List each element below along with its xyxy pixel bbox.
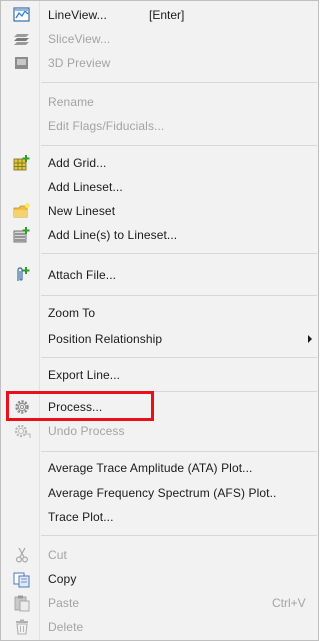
separator <box>41 535 317 536</box>
menu-item-shortcut: [Enter] <box>149 8 185 22</box>
undo-gear-icon <box>14 424 31 438</box>
menu-item-add-lineset[interactable]: Add Lineset... <box>1 175 318 199</box>
separator <box>41 295 317 296</box>
menu-item-label: LineView... <box>48 8 107 22</box>
menu-item-label: Add Lineset... <box>48 180 123 194</box>
paste-icon <box>14 595 30 612</box>
menu-item-label: Undo Process <box>48 424 125 438</box>
menu-item-label: Delete <box>48 620 84 634</box>
menu-item-label: Copy <box>48 572 77 586</box>
separator <box>41 357 317 358</box>
menu-item-label: Average Frequency Spectrum (AFS) Plot.. <box>48 486 277 500</box>
menu-item-paste[interactable]: Paste Ctrl+V <box>1 591 318 615</box>
context-menu: LineView... [Enter] SliceView... 3D Prev… <box>0 0 319 641</box>
separator <box>41 82 317 83</box>
menu-item-label: Zoom To <box>48 306 96 320</box>
menu-item-label: Paste <box>48 596 80 610</box>
menu-item-label: Rename <box>48 95 94 109</box>
menu-item-zoom-to[interactable]: Zoom To <box>1 301 318 325</box>
new-folder-icon <box>13 203 30 218</box>
menu-item-add-grid[interactable]: Add Grid... <box>1 151 318 175</box>
menu-item-label: Add Line(s) to Lineset... <box>48 228 178 242</box>
menu-item-3d-preview[interactable]: 3D Preview <box>1 51 318 75</box>
menu-item-label: Trace Plot... <box>48 510 114 524</box>
menu-item-label: 3D Preview <box>48 56 111 70</box>
lineview-icon <box>13 7 30 22</box>
add-grid-icon <box>13 155 30 171</box>
menu-item-rename[interactable]: Rename <box>1 90 318 114</box>
add-lines-icon <box>13 227 30 243</box>
menu-item-new-lineset[interactable]: New Lineset <box>1 199 318 223</box>
3d-preview-icon <box>15 57 28 69</box>
menu-item-export-line[interactable]: Export Line... <box>1 363 318 387</box>
menu-item-copy[interactable]: Copy <box>1 567 318 591</box>
menu-item-sliceview[interactable]: SliceView... <box>1 27 318 51</box>
separator <box>41 145 317 146</box>
menu-item-label: SliceView... <box>48 32 111 46</box>
menu-item-edit-flags[interactable]: Edit Flags/Fiducials... <box>1 114 318 138</box>
menu-item-label: Export Line... <box>48 368 121 382</box>
menu-item-delete[interactable]: Delete <box>1 615 318 639</box>
menu-item-add-lines-to-lineset[interactable]: Add Line(s) to Lineset... <box>1 223 318 247</box>
separator <box>41 451 317 452</box>
menu-item-shortcut: Ctrl+V <box>272 596 306 610</box>
menu-item-afs-plot[interactable]: Average Frequency Spectrum (AFS) Plot.. <box>1 481 318 505</box>
sliceview-icon <box>14 34 29 45</box>
scissors-icon <box>15 547 29 563</box>
menu-item-position-relationship[interactable]: Position Relationship <box>1 327 318 351</box>
highlight-box <box>6 391 154 421</box>
menu-item-label: Add Grid... <box>48 156 107 170</box>
menu-item-ata-plot[interactable]: Average Trace Amplitude (ATA) Plot... <box>1 456 318 480</box>
menu-item-label: Average Trace Amplitude (ATA) Plot... <box>48 461 253 475</box>
menu-item-label: New Lineset <box>48 204 116 218</box>
menu-item-label: Cut <box>48 548 67 562</box>
menu-item-label: Attach File... <box>48 268 117 282</box>
separator <box>41 253 317 254</box>
trash-icon <box>16 619 28 635</box>
paperclip-icon <box>17 267 30 281</box>
menu-item-trace-plot[interactable]: Trace Plot... <box>1 505 318 529</box>
menu-item-label: Position Relationship <box>48 332 163 346</box>
menu-item-cut[interactable]: Cut <box>1 543 318 567</box>
menu-item-attach-file[interactable]: Attach File... <box>1 263 318 287</box>
menu-item-undo-process[interactable]: Undo Process <box>1 419 318 443</box>
copy-icon <box>13 572 30 588</box>
menu-item-label: Edit Flags/Fiducials... <box>48 119 165 133</box>
menu-item-lineview[interactable]: LineView... [Enter] <box>1 3 318 27</box>
submenu-arrow-icon <box>308 335 312 343</box>
